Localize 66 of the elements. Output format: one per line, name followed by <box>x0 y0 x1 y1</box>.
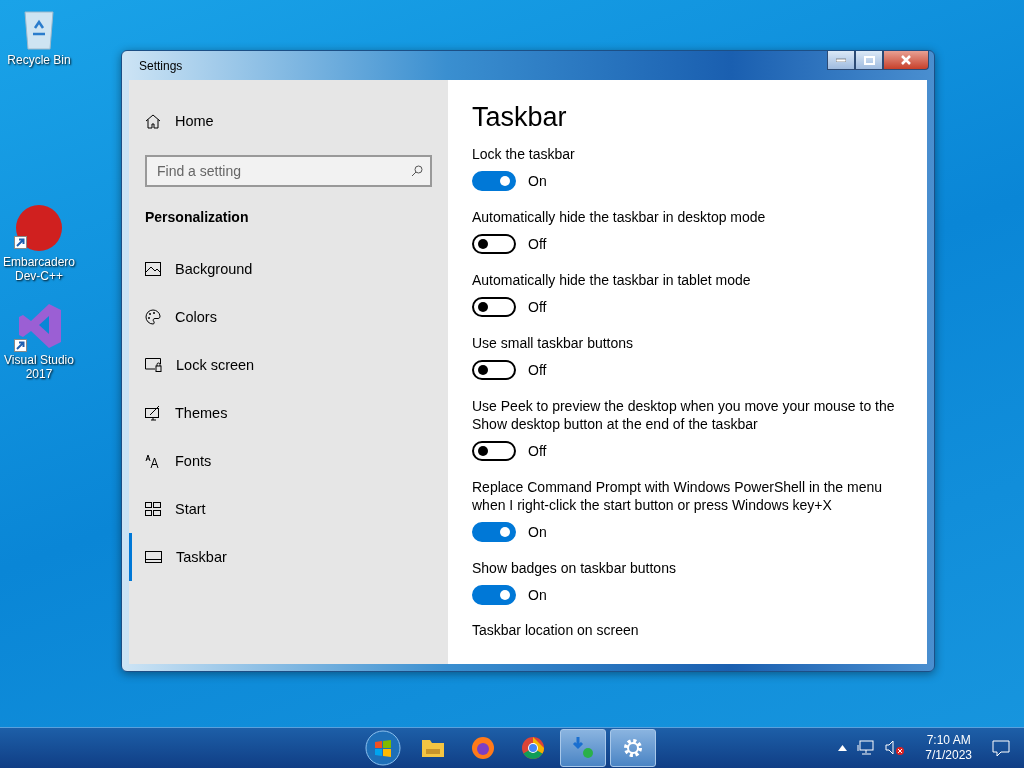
desktop-icon-label[interactable]: Visual Studio 2017 <box>0 353 78 381</box>
section-heading: Taskbar location on screen <box>472 622 640 638</box>
picture-icon <box>145 262 161 276</box>
setting-label: Replace Command Prompt with Windows PowerShell in the menu when I right-click the start button or press Windows key+X <box>472 478 884 514</box>
toggle-state-text: On <box>528 524 547 540</box>
transfer-icon <box>570 735 596 761</box>
maximize-button[interactable] <box>855 51 883 70</box>
network-icon <box>857 740 876 756</box>
fonts-icon <box>145 454 161 468</box>
close-icon <box>900 55 912 65</box>
volume-muted-icon <box>885 740 906 756</box>
start-tiles-icon <box>145 502 161 516</box>
setting-label: Use Peek to preview the desktop when you move your mouse to the Show desktop button at the end of the taskbar <box>472 397 896 433</box>
toggle-switch[interactable] <box>472 585 516 605</box>
home-icon <box>145 113 161 129</box>
toggle-state-text: Off <box>528 299 547 315</box>
app-circle-icon <box>15 204 63 252</box>
toggle-state-text: On <box>528 173 547 189</box>
toggle-state-text: Off <box>528 443 547 459</box>
maximize-icon <box>863 55 875 65</box>
lock-screen-icon <box>145 358 162 372</box>
start-orb-icon <box>365 730 401 766</box>
setting-label: Automatically hide the taskbar in tablet mode <box>472 271 752 289</box>
browser-icon <box>521 736 545 760</box>
toggle-state-text: Off <box>528 362 547 378</box>
toggle-switch[interactable] <box>472 441 516 461</box>
taskbar-app-button[interactable] <box>560 729 606 767</box>
taskbar-app-button[interactable] <box>610 729 656 767</box>
clock-time[interactable]: 7:10 AM <box>926 733 971 748</box>
page-title: Taskbar <box>472 102 568 133</box>
toggle-state-text: Off <box>528 236 547 252</box>
nav-item[interactable]: Background <box>129 245 432 293</box>
toggle-switch[interactable] <box>472 297 516 317</box>
minimize-button[interactable] <box>827 51 855 70</box>
window-title: Settings <box>139 59 183 73</box>
toggle-switch[interactable] <box>472 360 516 380</box>
setting-label: Show badges on taskbar buttons <box>472 559 677 577</box>
setting-label: Use small taskbar buttons <box>472 334 635 352</box>
folder-icon <box>421 738 445 758</box>
palette-icon <box>145 309 161 325</box>
setting-label: Lock the taskbar <box>472 145 576 163</box>
clock-date[interactable]: 7/1/2023 <box>925 748 972 763</box>
toggle-switch[interactable] <box>472 522 516 542</box>
home-nav-item[interactable]: Home <box>129 97 432 145</box>
notification-icon <box>992 739 1010 757</box>
toggle-switch[interactable] <box>472 234 516 254</box>
search-field[interactable]: Find a setting <box>145 155 432 187</box>
nav-item[interactable]: Colors <box>129 293 432 341</box>
close-button[interactable] <box>883 51 929 70</box>
themes-icon <box>145 405 161 421</box>
search-icon <box>411 165 423 177</box>
caret-up-icon <box>838 745 848 751</box>
section-heading: Personalization <box>145 209 250 225</box>
setting-label: Automatically hide the taskbar in desktop mode <box>472 208 767 226</box>
taskbar-icon <box>145 551 162 563</box>
nav-item[interactable]: Fonts <box>129 437 432 485</box>
nav-item[interactable]: Taskbar <box>129 533 432 581</box>
minimize-icon <box>836 58 846 62</box>
toggle-state-text: On <box>528 587 547 603</box>
toggle-switch[interactable] <box>472 171 516 191</box>
settings-icon <box>621 736 645 760</box>
nav-item[interactable]: Start <box>129 485 432 533</box>
nav-item[interactable]: Themes <box>129 389 432 437</box>
nav-item[interactable]: Lock screen <box>129 341 432 389</box>
recycle-bin-icon <box>21 8 57 50</box>
fox-globe-icon <box>471 736 495 760</box>
